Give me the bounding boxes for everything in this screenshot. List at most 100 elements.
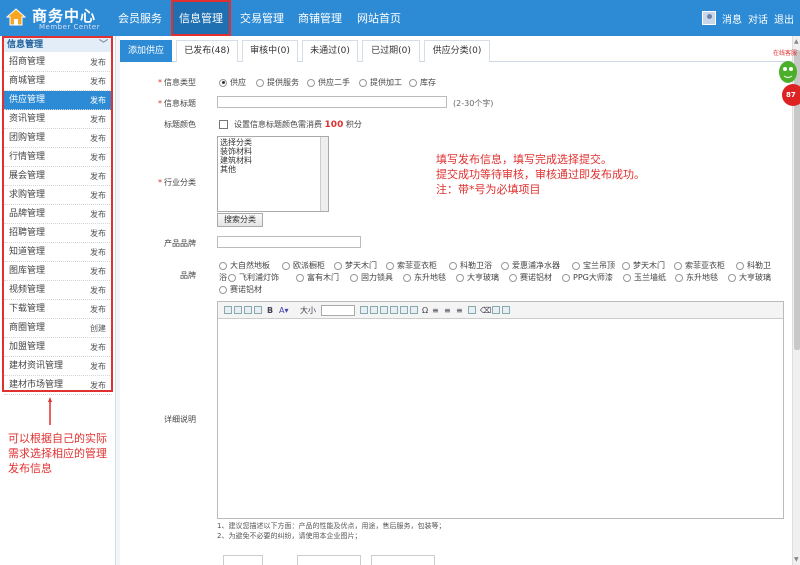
sidebar-item-recruit[interactable]: 招聘管理 发布 — [4, 224, 112, 243]
paste-text-icon[interactable] — [254, 306, 262, 314]
radio-icon[interactable] — [509, 273, 517, 282]
sidebar-item-action[interactable]: 发布 — [90, 376, 106, 395]
brand-option[interactable]: 玉兰墙纸 — [623, 272, 666, 283]
nav-tab-info-management[interactable]: 信息管理 — [171, 0, 231, 36]
radio-icon[interactable] — [728, 273, 736, 282]
sidebar-item-news[interactable]: 资讯管理 发布 — [4, 110, 112, 129]
copy-icon[interactable] — [234, 306, 242, 314]
sidebar-item-action[interactable]: 发布 — [90, 205, 106, 224]
radio-icon[interactable] — [228, 273, 236, 282]
info-title-input[interactable] — [217, 96, 447, 108]
industry-option[interactable]: 选择分类 — [220, 138, 326, 147]
brand-option[interactable]: 梦天木门 — [622, 260, 665, 271]
brand-option[interactable]: 东升地毯 — [675, 272, 718, 283]
brand-option[interactable]: PPG大师漆 — [562, 272, 613, 283]
sidebar-item-action[interactable]: 发布 — [90, 148, 106, 167]
type-option-stock[interactable]: 库存 — [409, 77, 436, 88]
sidebar-item-action[interactable]: 创建 — [90, 319, 106, 338]
tab-add-supply[interactable]: 添加供应 — [120, 40, 172, 62]
image-upload-slot[interactable] — [371, 555, 435, 565]
scroll-down-icon[interactable]: ▼ — [794, 556, 799, 563]
brand-option[interactable]: 赛诺铝材 — [509, 272, 552, 283]
brand-option[interactable]: 赛诺铝材 — [219, 284, 262, 295]
radio-icon[interactable] — [675, 273, 683, 282]
brand-option[interactable]: 索菲亚衣柜 — [674, 260, 725, 271]
align-left-icon[interactable]: ≡ — [432, 305, 439, 316]
logo[interactable]: 商务中心 Member Center — [6, 5, 112, 33]
radio-icon[interactable] — [307, 78, 315, 87]
radio-icon[interactable] — [282, 261, 290, 270]
sidebar-item-action[interactable]: 发布 — [90, 281, 106, 300]
brand-option[interactable]: 科勒卫浴 — [449, 260, 492, 271]
horizontal-rule-icon[interactable] — [410, 306, 418, 314]
sidebar-item-action[interactable]: 发布 — [90, 91, 106, 110]
attachment-icon[interactable] — [492, 306, 500, 314]
special-char-icon[interactable]: Ω — [422, 305, 428, 316]
brand-option[interactable]: 欧派橱柜 — [282, 260, 325, 271]
link-icon[interactable] — [360, 306, 368, 314]
radio-icon[interactable] — [572, 261, 580, 270]
maximize-icon[interactable] — [502, 306, 510, 314]
sidebar-item-franchise[interactable]: 加盟管理 发布 — [4, 338, 112, 357]
image-upload-slot[interactable] — [297, 555, 361, 565]
tab-published[interactable]: 已发布(48) — [176, 40, 238, 62]
product-brand-input[interactable] — [217, 236, 361, 248]
sidebar-item-download[interactable]: 下载管理 发布 — [4, 300, 112, 319]
eraser-icon[interactable]: ⌫ — [480, 305, 491, 316]
source-icon[interactable] — [468, 306, 476, 314]
sidebar-item-action[interactable]: 发布 — [90, 243, 106, 262]
chat-link[interactable]: 对话 — [748, 11, 768, 26]
nav-tab-trade-management[interactable]: 交易管理 — [234, 6, 290, 36]
sidebar-item-action[interactable]: 发布 — [90, 110, 106, 129]
font-size-select[interactable] — [321, 305, 355, 316]
chevron-down-icon[interactable]: ﹀ — [99, 38, 108, 52]
radio-icon[interactable] — [350, 273, 358, 282]
sidebar-item-knowledge[interactable]: 知道管理 发布 — [4, 243, 112, 262]
sidebar-item-action[interactable]: 发布 — [90, 186, 106, 205]
sidebar-item-group-buy[interactable]: 团购管理 发布 — [4, 129, 112, 148]
sidebar-item-action[interactable]: 发布 — [90, 72, 106, 91]
unlink-icon[interactable] — [370, 306, 378, 314]
radio-icon[interactable] — [403, 273, 411, 282]
industry-select-list[interactable]: 选择分类 装饰材料 建筑材料 其他 — [217, 136, 329, 212]
type-option-processing[interactable]: 提供加工 — [359, 77, 402, 88]
tab-under-review[interactable]: 审核中(0) — [242, 40, 298, 62]
brand-option[interactable]: 东升地毯 — [403, 272, 446, 283]
sidebar-item-action[interactable]: 发布 — [90, 357, 106, 376]
sidebar-item-building-news[interactable]: 建材资讯管理 发布 — [4, 357, 112, 376]
avatar[interactable] — [702, 11, 716, 25]
brand-option[interactable]: 爱惠浦净水器 — [501, 260, 560, 271]
radio-icon[interactable] — [219, 261, 227, 270]
radio-icon[interactable] — [386, 261, 394, 270]
listbox-scrollbar[interactable] — [320, 137, 328, 211]
brand-option[interactable]: 飞利浦灯饰 — [228, 272, 279, 283]
radio-icon[interactable] — [334, 261, 342, 270]
image-icon[interactable] — [380, 306, 388, 314]
nav-tab-member-service[interactable]: 会员服务 — [112, 6, 168, 36]
type-option-service[interactable]: 提供服务 — [256, 77, 299, 88]
brand-option[interactable]: 索菲亚衣柜 — [386, 260, 437, 271]
sidebar-item-action[interactable]: 发布 — [90, 53, 106, 72]
nav-tab-shop-management[interactable]: 商铺管理 — [292, 6, 348, 36]
tab-expired[interactable]: 已过期(0) — [362, 40, 420, 62]
logout-link[interactable]: 退出 — [774, 11, 794, 26]
rich-text-editor[interactable]: B A▾ 大小 Ω ≡ ≡ ≡ ⌫ — [217, 301, 784, 519]
page-scrollbar[interactable]: ▲ ▼ — [792, 36, 800, 565]
sidebar-item-investment[interactable]: 招商管理 发布 — [4, 53, 112, 72]
sidebar-item-action[interactable]: 发布 — [90, 262, 106, 281]
font-color-icon[interactable]: A▾ — [279, 305, 289, 316]
tab-supply-category[interactable]: 供应分类(0) — [424, 40, 490, 62]
type-option-supply[interactable]: 供应 — [219, 77, 246, 88]
sidebar-item-action[interactable]: 发布 — [90, 224, 106, 243]
sidebar-item-video[interactable]: 视频管理 发布 — [4, 281, 112, 300]
sidebar-item-action[interactable]: 发布 — [90, 129, 106, 148]
nav-tab-site-home[interactable]: 网站首页 — [350, 6, 408, 36]
radio-icon[interactable] — [736, 261, 744, 270]
sidebar-item-action[interactable]: 发布 — [90, 338, 106, 357]
radio-icon[interactable] — [409, 78, 417, 87]
radio-icon[interactable] — [501, 261, 509, 270]
title-color-checkbox[interactable] — [219, 120, 228, 129]
brand-option[interactable]: 梦天木门 — [334, 260, 377, 271]
radio-selected-icon[interactable] — [219, 78, 227, 87]
sidebar-item-purchase[interactable]: 求购管理 发布 — [4, 186, 112, 205]
